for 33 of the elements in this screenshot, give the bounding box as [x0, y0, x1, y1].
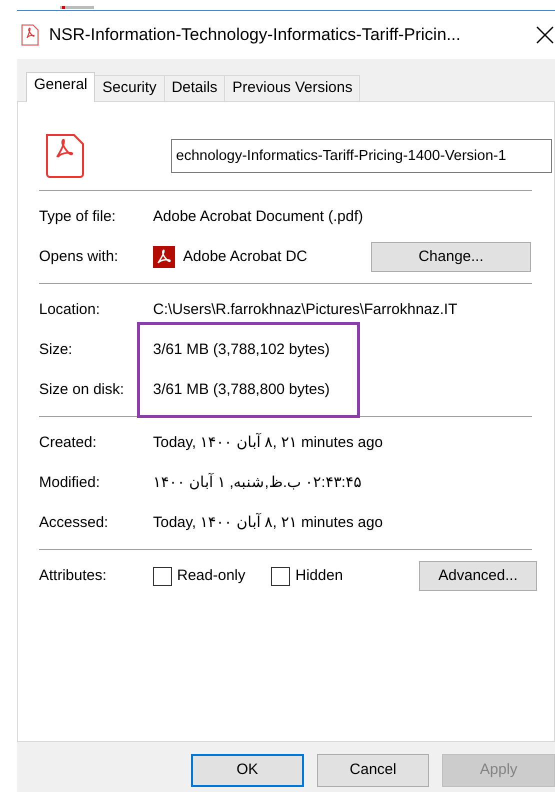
checkbox-label[interactable]: Read-only	[177, 564, 246, 588]
field-label: Size on disk:	[39, 380, 126, 400]
field-label: Opens with:	[39, 246, 120, 267]
field-value: Today, ۱۴۰۰ آبان ۸, ۲۱ minutes ago	[153, 432, 383, 453]
field-value: Adobe Acrobat Document (.pdf)	[153, 206, 364, 227]
window-title: NSR-Information-Technology-Informatics-Tariff-Pricin...	[49, 24, 462, 46]
dialog-button[interactable]: Cancel	[316, 754, 430, 787]
checkbox-label[interactable]: Hidden	[295, 564, 343, 588]
field-label: Size:	[39, 340, 74, 360]
field-label: Location:	[39, 300, 101, 320]
close-icon[interactable]	[536, 26, 554, 44]
field-value: ۰۲:۴۳:۴۵ ب.ظ,شنبه, ۱ آبان ۱۴۰۰	[153, 472, 362, 493]
pdf-file-icon	[21, 24, 39, 46]
field-value: Today, ۱۴۰۰ آبان ۸, ۲۱ minutes ago	[153, 512, 383, 533]
change-button[interactable]: Change...	[371, 242, 531, 272]
field-label: Created:	[39, 432, 98, 453]
field-label: Modified:	[39, 472, 101, 493]
app-icon	[153, 246, 175, 268]
checkbox[interactable]	[153, 566, 172, 586]
field-label: Type of file:	[39, 206, 117, 227]
dialog-button[interactable]: OK	[191, 754, 304, 787]
advanced-button[interactable]: Advanced...	[419, 561, 537, 591]
tab[interactable]: General	[26, 72, 96, 102]
field-value: C:\Users\R.farrokhnaz\Pictures\Farrokhnaz.IT	[153, 300, 458, 320]
tab[interactable]: Previous Versions	[224, 75, 360, 101]
field-label: Attributes:	[39, 566, 108, 586]
field-label: Accessed:	[39, 512, 110, 533]
file-name-field[interactable]: echnology-Informatics-Tariff-Pricing-1400-Version-1	[171, 138, 552, 172]
field-value: 3/61 MB (3,788,102 bytes)	[153, 340, 330, 360]
field-value: 3/61 MB (3,788,800 bytes)	[153, 380, 330, 400]
checkbox[interactable]	[271, 566, 290, 586]
app-name: Adobe Acrobat DC	[183, 246, 308, 267]
pdf-file-icon	[45, 133, 85, 178]
